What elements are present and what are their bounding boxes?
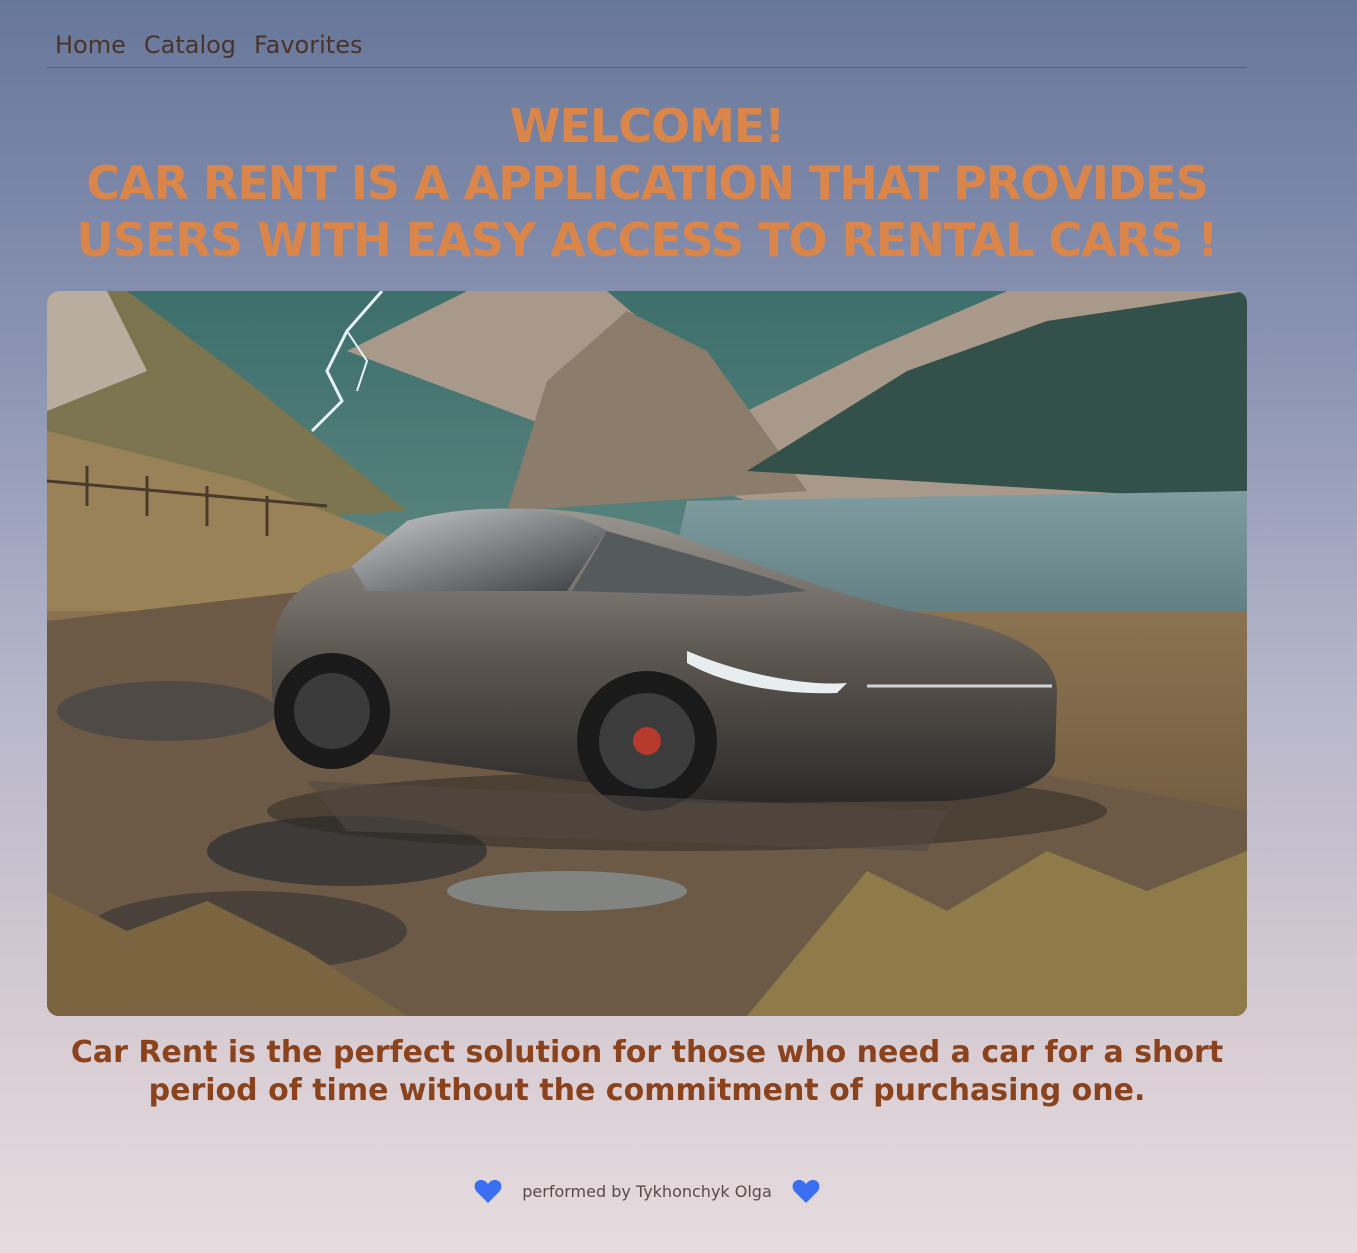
tagline-line-1: Car Rent is the perfect solution for tho… <box>70 1035 1224 1070</box>
heart-icon <box>792 1179 820 1203</box>
nav-favorites-link[interactable]: Favorites <box>254 31 362 59</box>
heart-icon <box>474 1179 502 1203</box>
headline-line-1: WELCOME! <box>509 99 786 153</box>
welcome-headline: WELCOME! CAR RENT IS A APPLICATION THAT … <box>47 98 1247 269</box>
tagline: Car Rent is the perfect solution for tho… <box>47 1034 1247 1110</box>
footer: performed by Tykhonchyk Olga <box>0 1178 1294 1204</box>
nav-home-link[interactable]: Home <box>55 31 126 59</box>
tagline-line-2: period of time without the commitment of… <box>148 1073 1146 1108</box>
top-navigation: Home Catalog Favorites <box>47 22 1247 68</box>
hero-image <box>47 291 1247 1016</box>
headline-line-2: CAR RENT IS A APPLICATION THAT PROVIDES <box>86 156 1209 210</box>
nav-catalog-link[interactable]: Catalog <box>144 31 236 59</box>
headline-line-3: USERS WITH EASY ACCESS TO RENTAL CARS ! <box>76 213 1219 267</box>
footer-credit: performed by Tykhonchyk Olga <box>522 1181 772 1201</box>
